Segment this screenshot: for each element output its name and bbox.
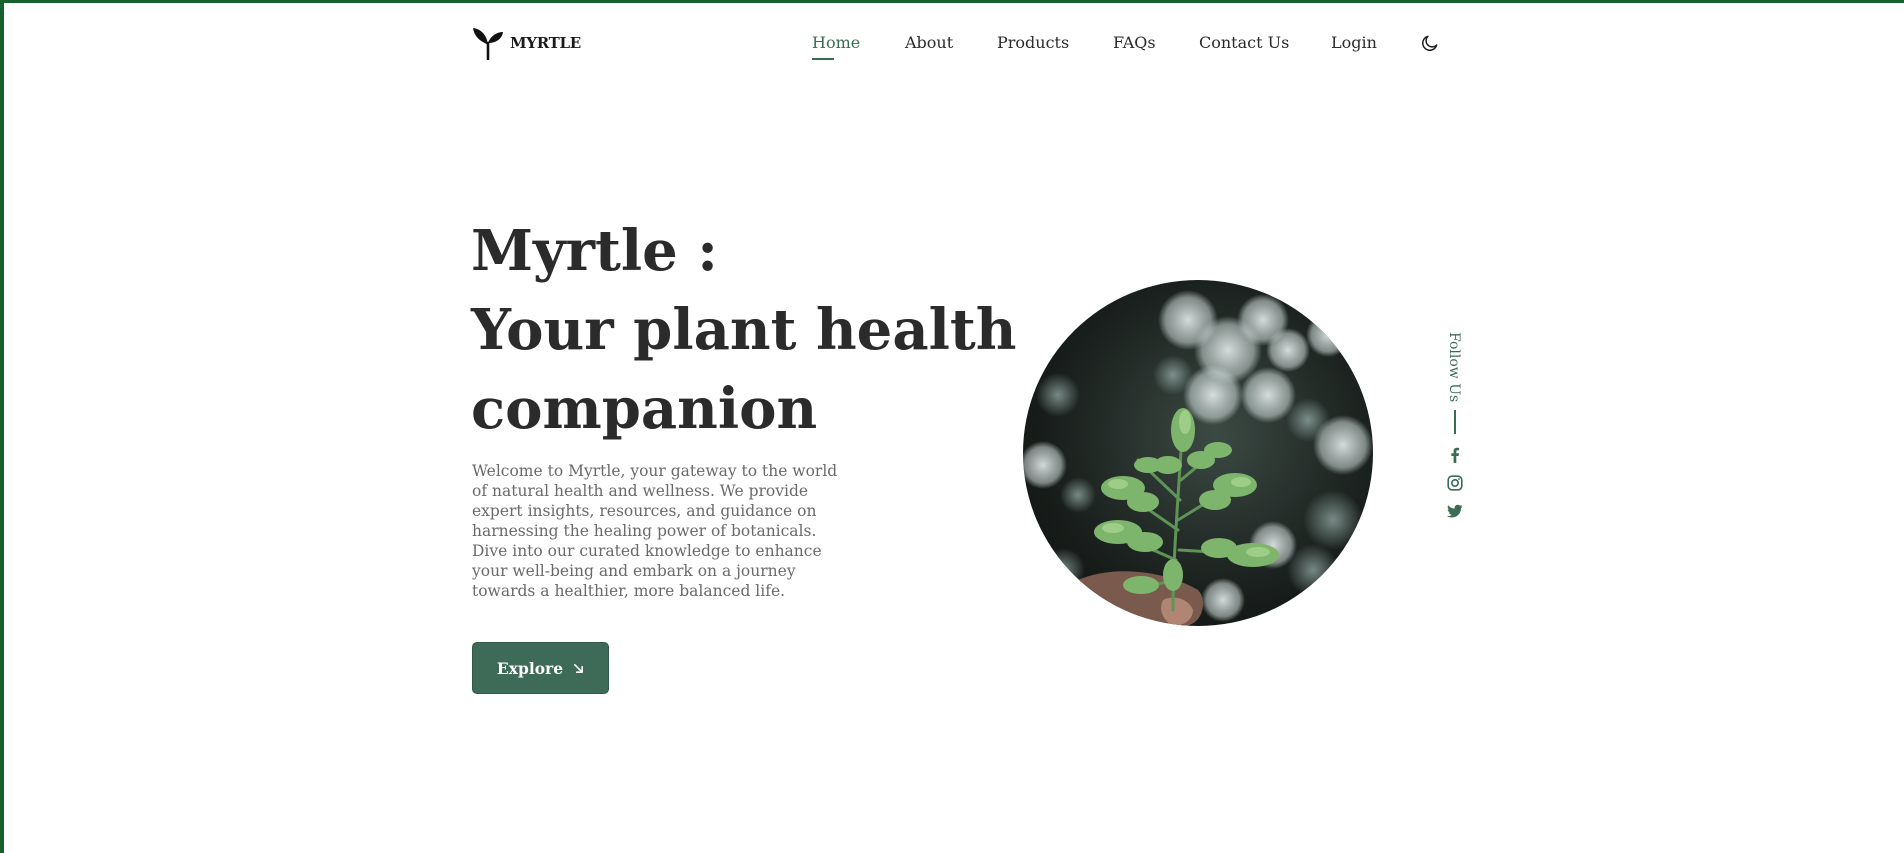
main-nav: Home About Products FAQs Contact Us Logi…	[0, 32, 1904, 56]
follow-us-label: Follow Us	[1446, 332, 1462, 403]
hero-title: Myrtle : Your plant health companion	[471, 212, 1016, 449]
moon-icon[interactable]	[1420, 33, 1440, 53]
window-top-border	[0, 0, 1904, 3]
instagram-icon[interactable]	[1447, 475, 1463, 491]
window-left-border	[0, 0, 4, 853]
follow-divider	[1454, 410, 1456, 434]
hero-title-line-2: Your plant health	[471, 297, 1017, 363]
facebook-icon[interactable]	[1447, 447, 1463, 463]
arrow-down-right-icon	[574, 663, 584, 673]
active-nav-indicator	[812, 58, 834, 60]
nav-contact-us[interactable]: Contact Us	[1199, 32, 1289, 54]
hero-title-line-3: companion	[471, 376, 818, 442]
nav-faqs[interactable]: FAQs	[1113, 32, 1156, 54]
nav-products[interactable]: Products	[997, 32, 1069, 54]
nav-login[interactable]: Login	[1331, 32, 1377, 54]
hero-plant-image	[1023, 280, 1373, 626]
twitter-icon[interactable]	[1447, 503, 1463, 519]
nav-about[interactable]: About	[905, 32, 953, 54]
hero-title-line-1: Myrtle :	[471, 218, 718, 284]
explore-button[interactable]: Explore	[472, 642, 609, 694]
nav-home[interactable]: Home	[812, 32, 860, 54]
explore-button-label: Explore	[496, 658, 564, 678]
hero-description: Welcome to Myrtle, your gateway to the w…	[472, 462, 838, 600]
